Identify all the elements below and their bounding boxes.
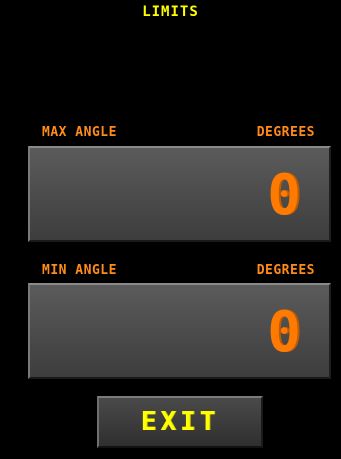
exit-button[interactable]: EXIT	[97, 396, 263, 448]
min-angle-unit-label: DEGREES	[256, 263, 315, 278]
max-angle-label: MAX ANGLE	[42, 125, 117, 140]
max-angle-display[interactable]: 0	[28, 146, 331, 242]
screen-title: LIMITS	[142, 4, 199, 20]
min-angle-display[interactable]: 0	[28, 283, 331, 379]
max-angle-unit-label: DEGREES	[256, 125, 315, 140]
limits-screen: LIMITS MAX ANGLE DEGREES 0 MIN ANGLE DEG…	[0, 0, 341, 459]
min-angle-value: 0	[267, 300, 301, 365]
exit-button-label: EXIT	[140, 407, 220, 437]
min-angle-label: MIN ANGLE	[42, 263, 117, 278]
max-angle-value: 0	[267, 163, 301, 228]
